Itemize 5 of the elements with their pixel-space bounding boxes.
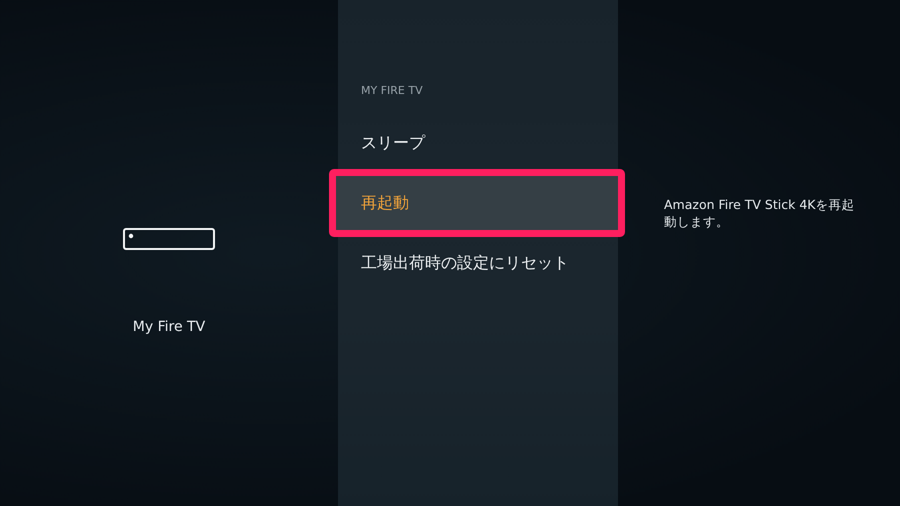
menu-item[interactable]: 再起動	[329, 169, 625, 237]
device-name: My Fire TV	[132, 319, 206, 335]
description-text: Amazon Fire TV Stick 4Kを再起動します。	[664, 196, 856, 230]
menu-heading: MY FIRE TV	[360, 84, 424, 99]
device-icon	[123, 228, 215, 250]
